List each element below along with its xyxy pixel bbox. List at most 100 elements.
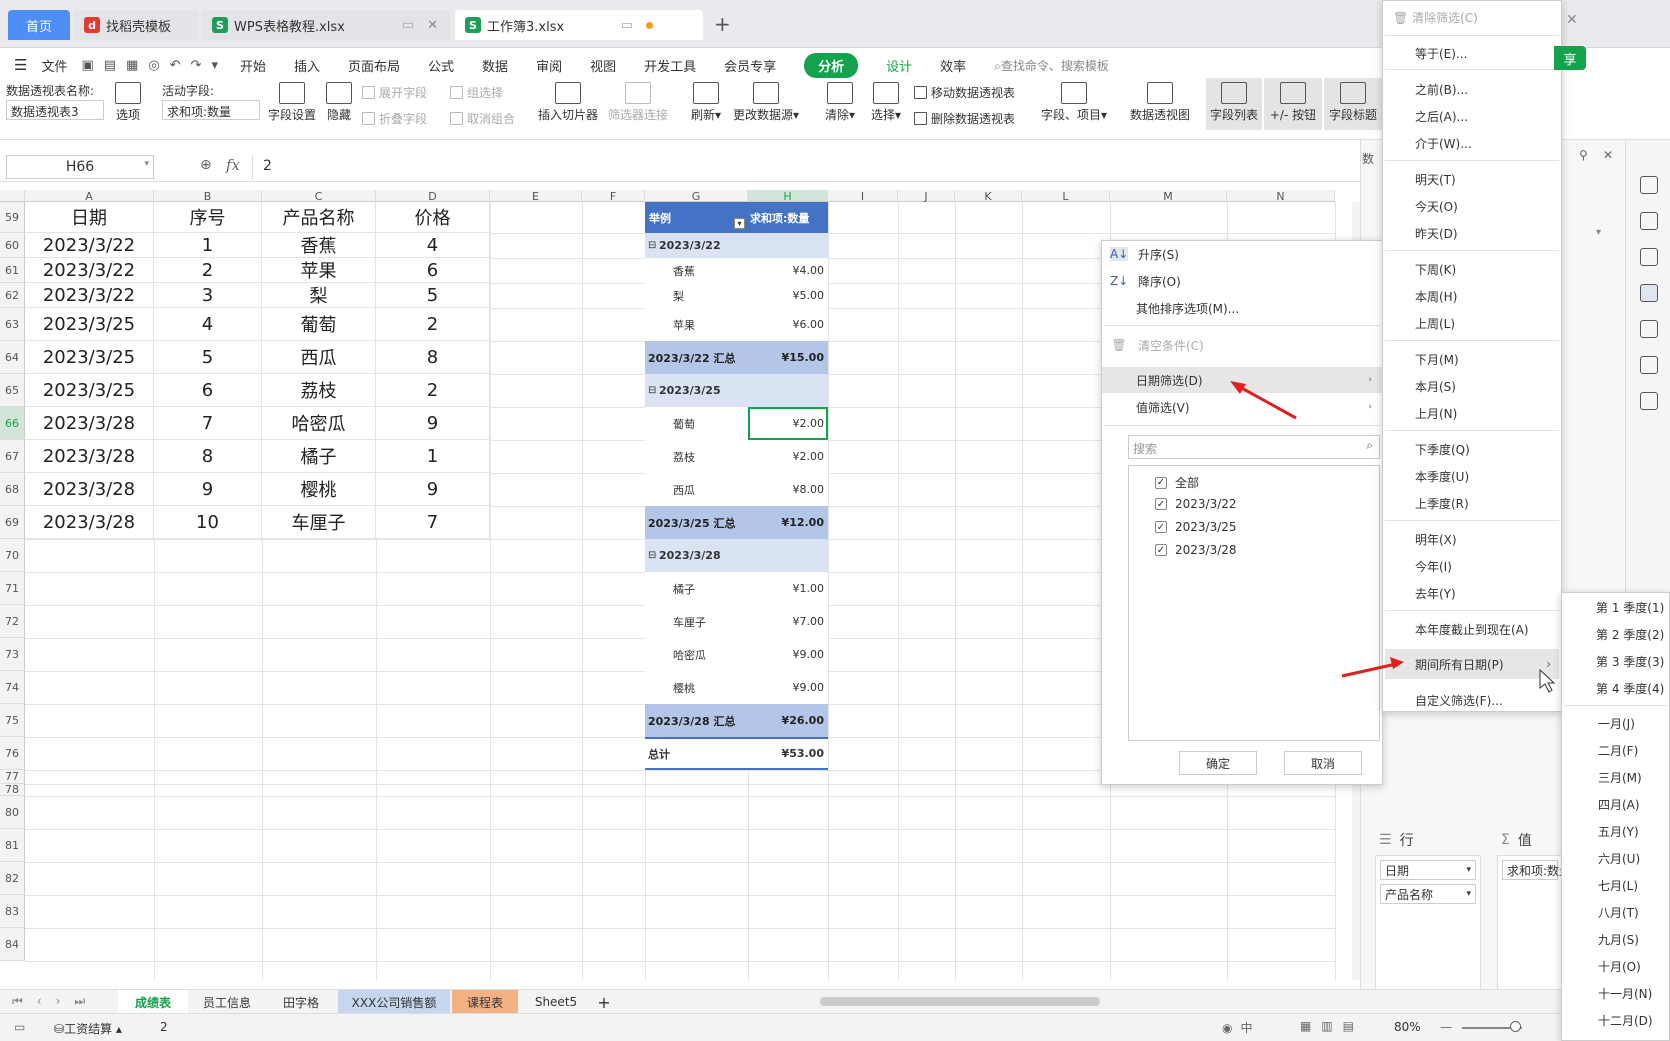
zoom-level[interactable]: 80% xyxy=(1394,1020,1421,1034)
row-header[interactable]: 77 xyxy=(0,770,25,784)
table-cell[interactable]: 7 xyxy=(376,506,490,539)
tab-wps-tutorial[interactable]: S WPS表格教程.xlsx ▭ ✕ xyxy=(202,10,450,40)
tab-workbook3[interactable]: S 工作簿3.xlsx ▭ xyxy=(455,10,703,40)
add-sheet-icon[interactable]: + xyxy=(594,990,614,1014)
field-settings-button[interactable]: 字段设置 xyxy=(266,82,318,123)
table-cell[interactable]: 9 xyxy=(154,473,262,506)
row-header[interactable]: 72 xyxy=(0,605,25,638)
column-header[interactable]: A xyxy=(25,190,154,203)
period-oct-item[interactable]: 十月(O) xyxy=(1598,958,1641,975)
panel-close-icon[interactable]: ✕ xyxy=(1603,148,1613,162)
active-field-input[interactable]: 求和项:数量 xyxy=(162,100,260,120)
pivot-item-row[interactable]: 梨 ¥5.00 xyxy=(645,283,828,308)
pivot-item-row[interactable]: 荔枝 ¥2.00 xyxy=(645,440,828,473)
style-icon[interactable] xyxy=(1640,320,1658,338)
sheet-tab-sheet5[interactable]: Sheet5 xyxy=(520,990,592,1014)
row-header[interactable]: 78 xyxy=(0,783,25,796)
chevron-down-icon[interactable]: ▾ xyxy=(144,159,149,169)
pivot-subtotal-row[interactable]: 2023/3/28 汇总 ¥26.00 xyxy=(645,704,828,737)
date-last-week-item[interactable]: 上周(L) xyxy=(1415,315,1455,332)
period-jan-item[interactable]: 一月(J) xyxy=(1598,715,1635,732)
table-cell[interactable]: 苹果 xyxy=(262,258,376,283)
date-ytd-item[interactable]: 本年度截止到现在(A) xyxy=(1415,621,1529,638)
period-jul-item[interactable]: 七月(L) xyxy=(1598,877,1638,894)
table-cell[interactable]: 2023/3/25 xyxy=(25,374,154,407)
date-today-item[interactable]: 今天(O) xyxy=(1415,198,1458,215)
hamburger-icon[interactable]: ☰ xyxy=(14,56,27,74)
filter-connection-button[interactable]: 筛选器连接 xyxy=(606,82,670,123)
filter-item-checkbox[interactable]: ✓ 2023/3/25 xyxy=(1155,520,1237,534)
more-sort-item[interactable]: 其他排序选项(M)... xyxy=(1102,295,1382,321)
close-icon[interactable]: ✕ xyxy=(427,18,438,33)
table-cell[interactable]: 1 xyxy=(154,233,262,258)
chevron-down-icon[interactable]: ▾ xyxy=(1466,889,1471,899)
table-cell[interactable]: 西瓜 xyxy=(262,341,376,374)
table-header-cell[interactable]: 序号 xyxy=(154,202,262,233)
pivot-item-row[interactable]: 哈密瓜 ¥9.00 xyxy=(645,638,828,671)
date-this-month-item[interactable]: 本月(S) xyxy=(1415,378,1456,395)
menu-view[interactable]: 视图 xyxy=(590,56,616,75)
menu-efficiency[interactable]: 效率 xyxy=(940,56,966,75)
row-header[interactable]: 74 xyxy=(0,671,25,704)
ungroup-button[interactable]: 取消组合 xyxy=(450,110,515,127)
window-close-icon[interactable]: ✕ xyxy=(1566,12,1578,28)
pivot-item-row[interactable]: 香蕉 ¥4.00 xyxy=(645,258,828,283)
clear-filter-item[interactable]: 🗑 清除筛选(C) xyxy=(1393,9,1478,26)
row-field-date[interactable]: 日期 ▾ xyxy=(1380,860,1476,880)
table-cell[interactable]: 3 xyxy=(154,283,262,308)
period-aug-item[interactable]: 八月(T) xyxy=(1598,904,1639,921)
table-header-cell[interactable]: 产品名称 xyxy=(262,202,376,233)
sheet-tab-scores[interactable]: 成绩表 xyxy=(118,990,188,1014)
column-header[interactable]: H xyxy=(748,190,828,203)
zoom-icon[interactable]: ⊕ xyxy=(200,157,212,173)
table-cell[interactable]: 2023/3/28 xyxy=(25,506,154,539)
pivot-total-row[interactable]: 总计 ¥53.00 xyxy=(645,737,828,770)
sliders-icon[interactable] xyxy=(1640,248,1658,266)
row-header[interactable]: 60 xyxy=(0,233,25,258)
menu-file[interactable]: 文件 xyxy=(41,56,67,75)
menu-data[interactable]: 数据 xyxy=(482,56,508,75)
value-field-sum[interactable]: 求和项:数量 xyxy=(1502,860,1562,880)
fx-icon[interactable]: fx xyxy=(226,156,240,174)
clear-button[interactable]: 清除▾ xyxy=(820,82,860,123)
share-button[interactable]: 享 xyxy=(1554,46,1586,70)
table-cell[interactable]: 2023/3/22 xyxy=(25,233,154,258)
table-cell[interactable]: 2023/3/28 xyxy=(25,440,154,473)
row-header[interactable]: 65 xyxy=(0,374,25,407)
window-icon[interactable]: ▭ xyxy=(621,18,633,33)
date-next-quarter-item[interactable]: 下季度(Q) xyxy=(1415,441,1470,458)
date-before-item[interactable]: 之前(B)... xyxy=(1415,81,1468,98)
pivot-item-row[interactable]: 西瓜 ¥8.00 xyxy=(645,473,828,506)
field-header-button[interactable]: 字段标题 xyxy=(1324,78,1382,130)
table-cell[interactable]: 2 xyxy=(376,374,490,407)
table-cell[interactable]: 6 xyxy=(154,374,262,407)
row-header[interactable]: 76 xyxy=(0,737,25,770)
column-header[interactable]: D xyxy=(376,190,490,203)
sheet-tab-schedule[interactable]: 课程表 xyxy=(452,990,518,1014)
collapse-icon[interactable]: ⊟ xyxy=(648,550,656,561)
table-cell[interactable]: 梨 xyxy=(262,283,376,308)
collapse-field-button[interactable]: 折叠字段 xyxy=(362,110,427,127)
row-header[interactable]: 70 xyxy=(0,539,25,572)
table-cell[interactable]: 2 xyxy=(376,308,490,341)
window-icon[interactable]: ▭ xyxy=(402,18,414,33)
menu-developer[interactable]: 开发工具 xyxy=(644,56,696,75)
column-header[interactable]: L xyxy=(1022,190,1110,203)
menu-design[interactable]: 设计 xyxy=(886,56,912,75)
column-header[interactable]: M xyxy=(1110,190,1227,203)
chevron-down-icon[interactable]: ▾ xyxy=(1596,227,1601,238)
date-filter-item[interactable]: 日期筛选(D) › xyxy=(1102,367,1382,393)
period-mar-item[interactable]: 三月(M) xyxy=(1598,769,1642,786)
pivot-name-input[interactable]: 数据透视表3 xyxy=(6,100,104,120)
clear-condition-item[interactable]: 🗑 清空条件(C) xyxy=(1102,332,1382,358)
table-cell[interactable]: 2023/3/28 xyxy=(25,407,154,440)
cursor-icon[interactable] xyxy=(1640,212,1658,230)
value-filter-item[interactable]: 值筛选(V) › xyxy=(1102,394,1382,420)
column-header[interactable]: F xyxy=(582,190,645,203)
screen-icon[interactable]: ▭ xyxy=(14,1020,25,1034)
table-cell[interactable]: 6 xyxy=(376,258,490,283)
row-header[interactable]: 84 xyxy=(0,928,25,961)
pivot-item-row[interactable]: 橘子 ¥1.00 xyxy=(645,572,828,605)
table-cell[interactable]: 9 xyxy=(376,473,490,506)
date-last-quarter-item[interactable]: 上季度(R) xyxy=(1415,495,1469,512)
